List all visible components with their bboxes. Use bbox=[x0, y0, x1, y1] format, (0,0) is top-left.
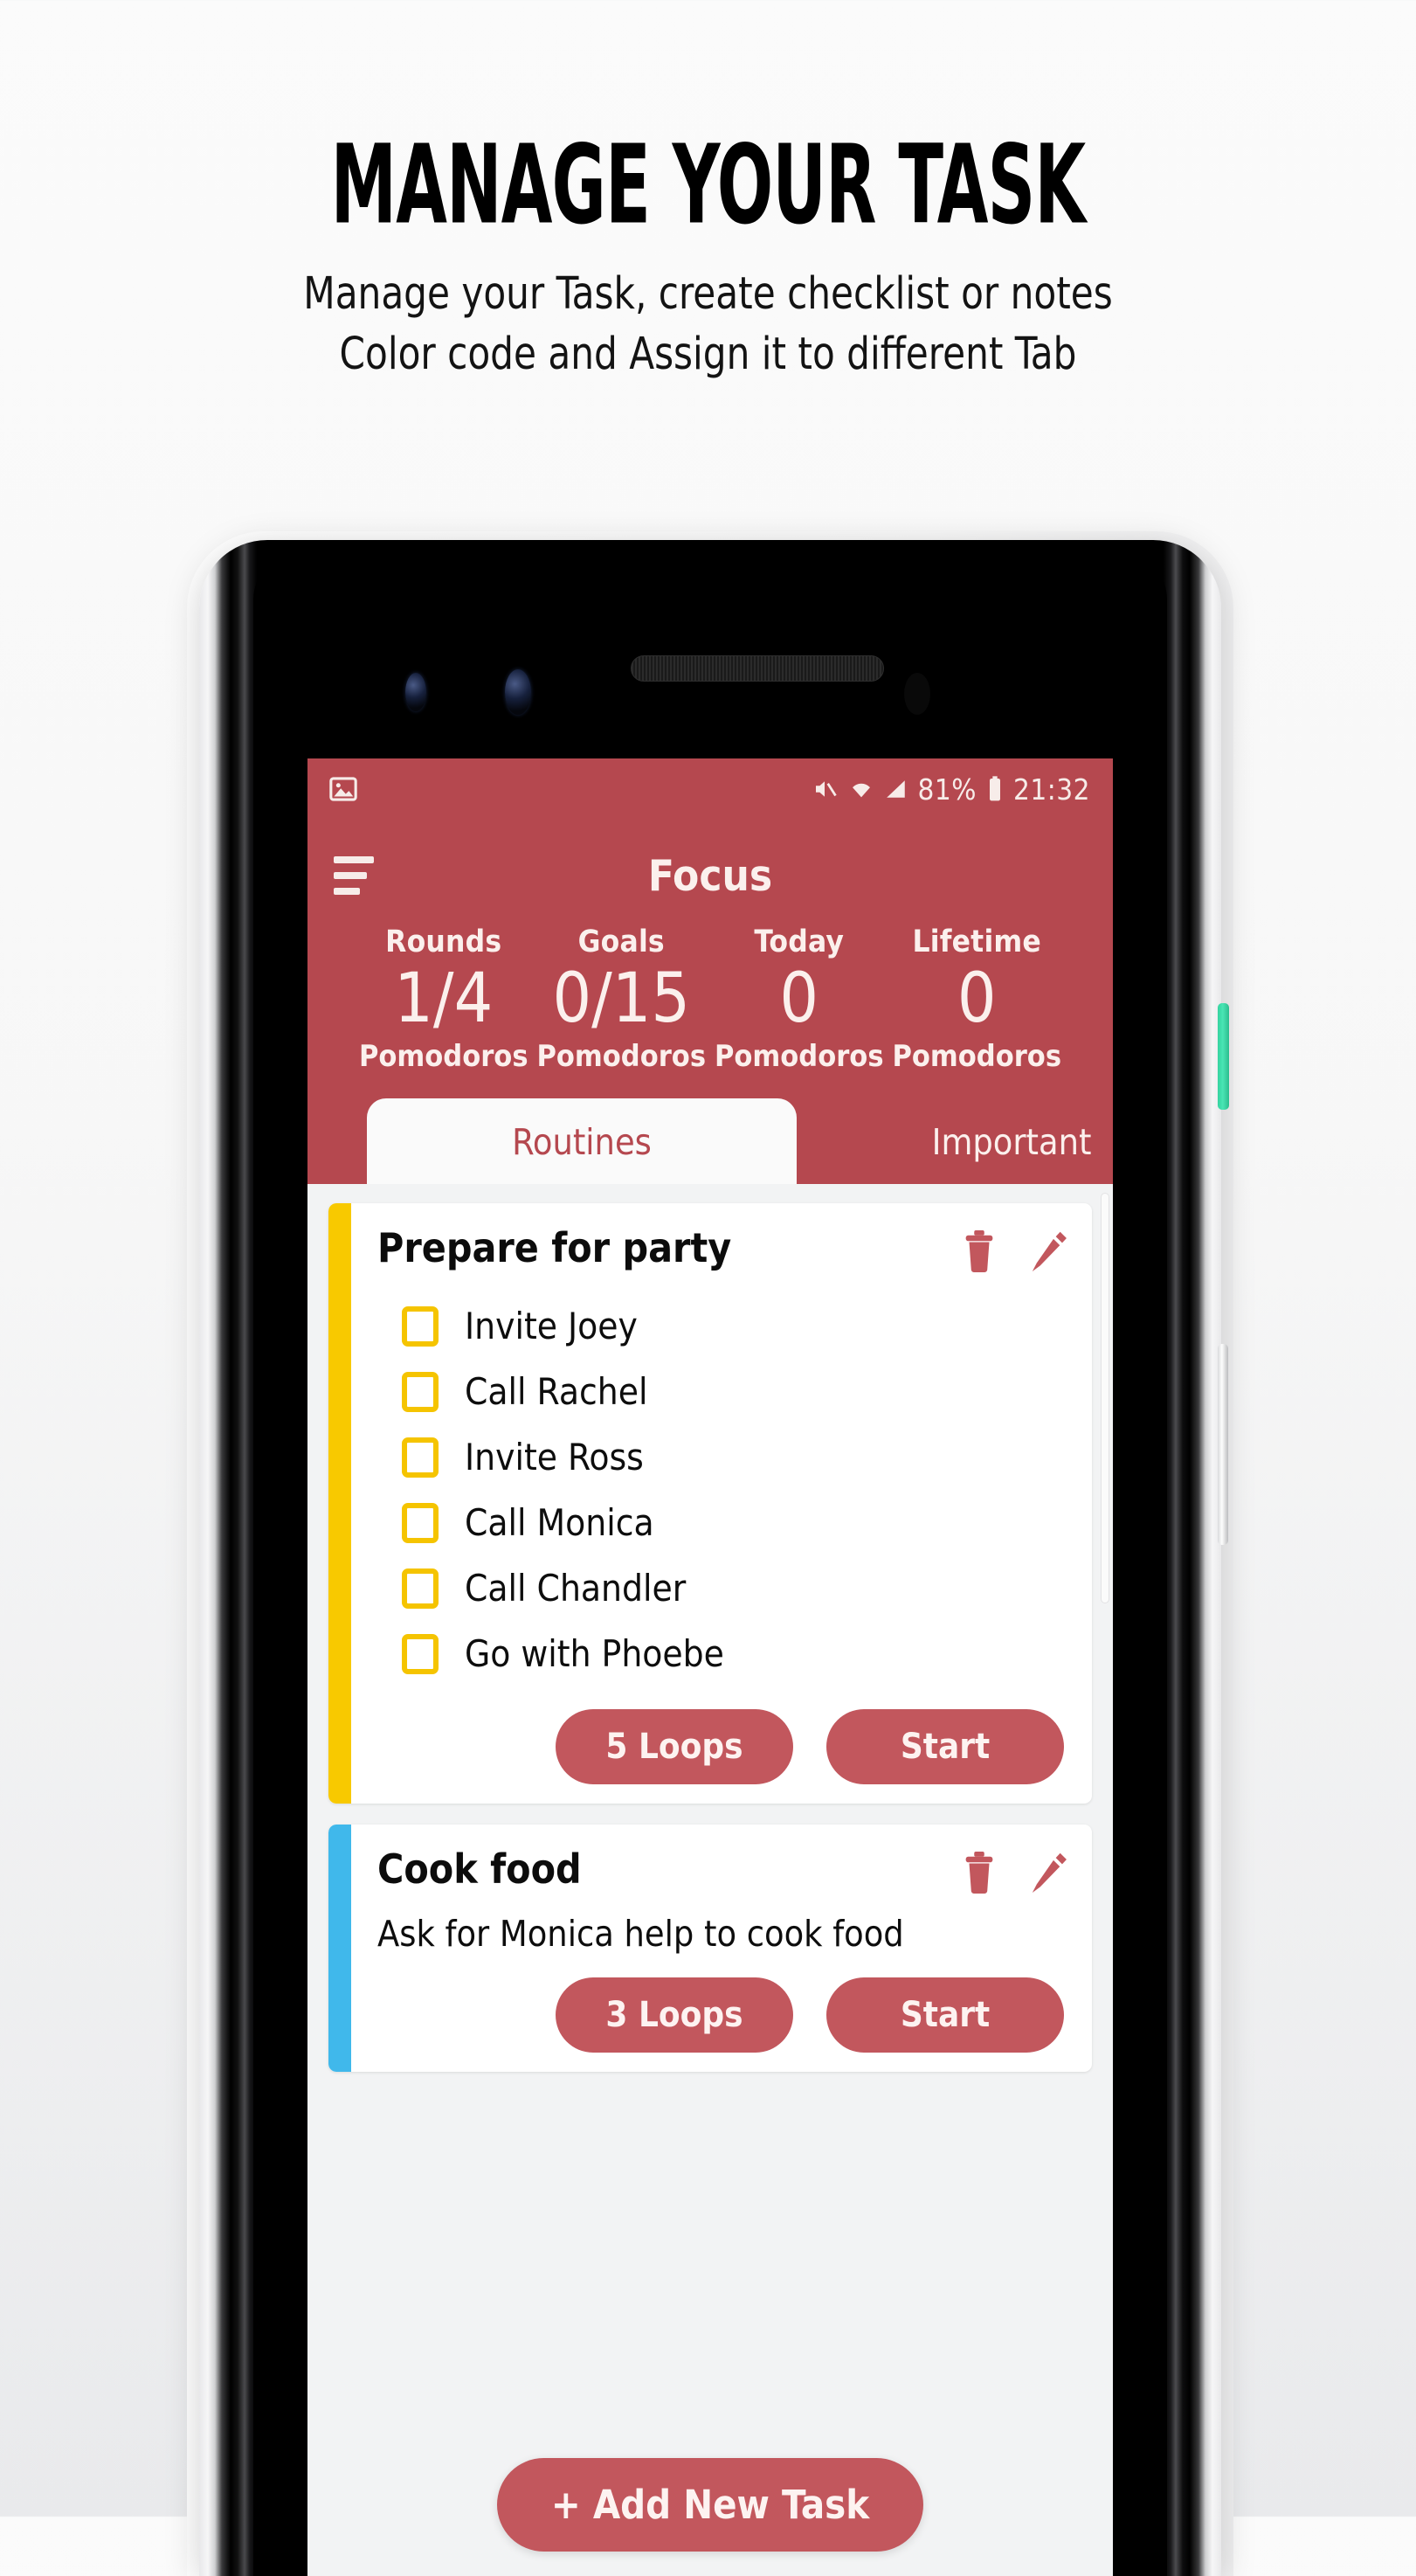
stat-unit: Pomodoros bbox=[892, 1039, 1062, 1075]
stat-value: 1/4 bbox=[394, 959, 494, 1038]
stat-rounds: Rounds 1/4 Pomodoros bbox=[355, 924, 533, 1074]
card-checklist: Invite Joey Call Rachel Invite Ross Call… bbox=[377, 1293, 1069, 1686]
promo-subtitle-line-1: Manage your Task, create checklist or no… bbox=[303, 268, 1113, 320]
tab-bar: Routines Important bbox=[307, 1079, 1113, 1185]
task-card[interactable]: Prepare for party Invite Joey Call Rache… bbox=[328, 1203, 1092, 1804]
promo-header: MANAGE YOUR TASK Manage your Task, creat… bbox=[0, 0, 1416, 385]
app-bar: Focus Rounds 1/4 Pomodoros Goals 0/15 Po… bbox=[307, 820, 1113, 1080]
stat-value: 0 bbox=[957, 959, 997, 1038]
card-buttons: 5 Loops Start bbox=[377, 1709, 1069, 1785]
pencil-icon[interactable] bbox=[1029, 1229, 1069, 1278]
battery-icon bbox=[986, 775, 1004, 803]
list-item[interactable]: Go with Phoebe bbox=[377, 1621, 1069, 1686]
card-color-stripe bbox=[328, 1203, 351, 1804]
loops-button[interactable]: 5 Loops bbox=[556, 1709, 793, 1785]
card-body: Prepare for party Invite Joey Call Rache… bbox=[351, 1203, 1092, 1804]
list-item[interactable]: Invite Ross bbox=[377, 1424, 1069, 1490]
camera-lens-icon bbox=[505, 669, 531, 715]
phone-screen: 81% 21:32 Focus Rounds 1/4 Pomodoros Goa… bbox=[307, 758, 1113, 2576]
stat-value: 0 bbox=[779, 959, 819, 1038]
trash-icon[interactable] bbox=[959, 1851, 999, 1899]
add-new-task-button[interactable]: + Add New Task bbox=[496, 2458, 924, 2552]
checkbox[interactable] bbox=[402, 1305, 439, 1347]
stat-label: Today bbox=[754, 924, 845, 959]
list-item[interactable]: Call Chandler bbox=[377, 1555, 1069, 1621]
add-task-container: + Add New Task bbox=[307, 2458, 1113, 2552]
clock-label: 21:32 bbox=[1012, 772, 1090, 807]
card-color-stripe bbox=[328, 1825, 351, 2073]
checkbox[interactable] bbox=[402, 1437, 439, 1478]
status-bar: 81% 21:32 bbox=[307, 758, 1113, 820]
list-item-label: Call Rachel bbox=[465, 1370, 648, 1414]
battery-percent-label: 81% bbox=[917, 772, 977, 807]
stat-label: Goals bbox=[577, 924, 665, 959]
card-actions bbox=[959, 1847, 1069, 1899]
checkbox[interactable] bbox=[402, 1371, 439, 1412]
list-item-label: Invite Joey bbox=[465, 1305, 638, 1348]
loops-button[interactable]: 3 Loops bbox=[556, 1977, 793, 2053]
card-body: Cook food Ask for Monica help to cook fo… bbox=[351, 1825, 1092, 2072]
list-item-label: Call Chandler bbox=[465, 1567, 687, 1610]
list-item[interactable]: Invite Joey bbox=[377, 1293, 1069, 1359]
list-item[interactable]: Call Rachel bbox=[377, 1359, 1069, 1424]
list-item-label: Go with Phoebe bbox=[465, 1632, 724, 1676]
stat-value: 0/15 bbox=[552, 959, 691, 1038]
power-button[interactable] bbox=[1218, 1003, 1229, 1110]
camera-lens-icon bbox=[405, 673, 426, 711]
app-bar-top: Focus bbox=[334, 842, 1087, 909]
phone-mockup: 81% 21:32 Focus Rounds 1/4 Pomodoros Goa… bbox=[187, 531, 1233, 2576]
speaker-grille-icon bbox=[631, 655, 884, 682]
scrollbar[interactable] bbox=[1101, 1193, 1109, 1604]
stat-lifetime: Lifetime 0 Pomodoros bbox=[888, 924, 1067, 1074]
wifi-icon bbox=[847, 776, 875, 802]
task-card[interactable]: Cook food Ask for Monica help to cook fo… bbox=[328, 1825, 1092, 2073]
task-list: Prepare for party Invite Joey Call Rache… bbox=[307, 1184, 1113, 2568]
card-note: Ask for Monica help to cook food bbox=[377, 1913, 904, 1956]
card-header: Prepare for party bbox=[377, 1226, 1069, 1278]
card-actions bbox=[959, 1226, 1069, 1278]
phone-bezel: 81% 21:32 Focus Rounds 1/4 Pomodoros Goa… bbox=[253, 554, 1167, 2576]
checkbox[interactable] bbox=[402, 1633, 439, 1674]
card-buttons: 3 Loops Start bbox=[377, 1977, 1069, 2053]
pencil-icon[interactable] bbox=[1029, 1851, 1069, 1899]
card-header: Cook food bbox=[377, 1847, 1069, 1899]
card-title: Prepare for party bbox=[377, 1224, 732, 1272]
stat-unit: Pomodoros bbox=[536, 1039, 707, 1075]
promo-subtitle-line-2: Color code and Assign it to different Ta… bbox=[339, 329, 1077, 381]
tab-routines[interactable]: Routines bbox=[367, 1098, 797, 1185]
checkbox[interactable] bbox=[402, 1568, 439, 1609]
list-item[interactable]: Call Monica bbox=[377, 1490, 1069, 1555]
stat-today: Today 0 Pomodoros bbox=[710, 924, 888, 1074]
stat-label: Lifetime bbox=[912, 924, 1041, 959]
promo-subtitle: Manage your Task, create checklist or no… bbox=[57, 264, 1359, 385]
checkbox[interactable] bbox=[402, 1502, 439, 1543]
list-item-label: Call Monica bbox=[465, 1501, 654, 1545]
start-button[interactable]: Start bbox=[826, 1977, 1064, 2053]
app-title: Focus bbox=[647, 850, 773, 901]
proximity-sensor-icon bbox=[904, 673, 930, 715]
stats-row: Rounds 1/4 Pomodoros Goals 0/15 Pomodoro… bbox=[334, 909, 1087, 1079]
page-title: MANAGE YOUR TASK bbox=[330, 121, 1087, 249]
status-indicators: 81% 21:32 bbox=[812, 772, 1090, 807]
stat-goals: Goals 0/15 Pomodoros bbox=[533, 924, 711, 1074]
stat-unit: Pomodoros bbox=[714, 1039, 884, 1075]
stat-unit: Pomodoros bbox=[358, 1039, 528, 1075]
signal-icon bbox=[885, 776, 908, 802]
list-item-label: Invite Ross bbox=[465, 1436, 644, 1479]
start-button[interactable]: Start bbox=[826, 1709, 1064, 1785]
card-title: Cook food bbox=[377, 1845, 582, 1894]
trash-icon[interactable] bbox=[959, 1229, 999, 1278]
volume-button[interactable] bbox=[1218, 1344, 1228, 1545]
image-icon bbox=[328, 774, 358, 804]
tab-important[interactable]: Important bbox=[797, 1098, 1113, 1184]
mute-icon bbox=[812, 776, 838, 802]
stat-label: Rounds bbox=[385, 924, 502, 959]
